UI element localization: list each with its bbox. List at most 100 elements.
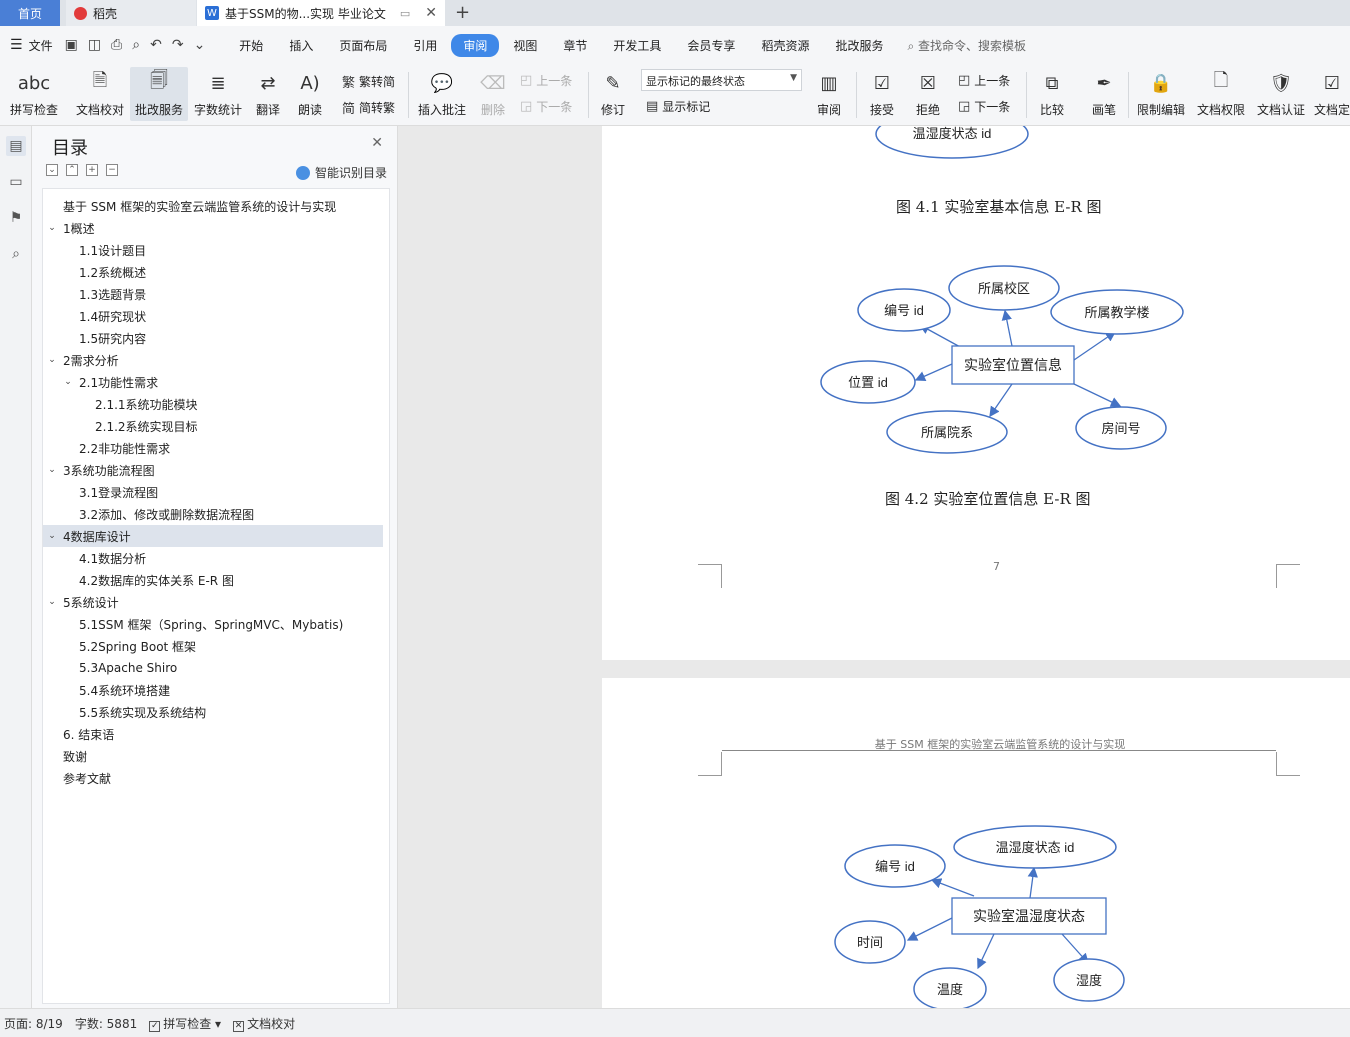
file-menu[interactable]: ☰ 文件 (10, 37, 53, 54)
toc-item[interactable]: 5.5系统实现及系统结构 (43, 701, 383, 723)
tab-daoke[interactable]: 稻壳 (66, 0, 196, 26)
toc-item[interactable]: 4.2数据库的实体关系 E-R 图 (43, 569, 383, 591)
tab-home[interactable]: 首页 (0, 0, 60, 26)
toc-item[interactable]: 4.1数据分析 (43, 547, 383, 569)
toc-item[interactable]: 3.1登录流程图 (43, 481, 383, 503)
toc-item[interactable]: 5.3Apache Shiro (43, 657, 383, 679)
toc-item[interactable]: 5.2Spring Boot 框架 (43, 635, 383, 657)
collapse-all-icon[interactable]: ⌄ (46, 164, 58, 176)
undo-icon[interactable]: ↶ (150, 37, 162, 53)
word-count-indicator[interactable]: 字数: 5881 (75, 1015, 137, 1032)
review-pane-button[interactable]: ▥ 审阅 (810, 67, 848, 121)
toc-item[interactable]: 2.2非功能性需求 (43, 437, 383, 459)
menu-tab-10[interactable]: 批改服务 (823, 34, 895, 57)
toc-item-label: 5.4系统环境搭建 (79, 683, 171, 698)
menu-tab-7[interactable]: 开发工具 (601, 34, 673, 57)
search-icon[interactable]: ⌕ (6, 244, 26, 264)
command-search[interactable]: ⌕ 查找命令、搜索模板 (907, 37, 1026, 54)
toc-item[interactable]: 1.4研究现状 (43, 305, 383, 327)
show-marks-button[interactable]: ▤ 显示标记 (646, 98, 710, 115)
toc-item[interactable]: ⌄ 5系统设计 (43, 591, 383, 613)
menu-tab-9[interactable]: 稻壳资源 (749, 34, 821, 57)
menu-tab-0[interactable]: 开始 (227, 34, 275, 57)
chevron-down-icon[interactable]: ⌄ (47, 223, 57, 233)
menu-tab-2[interactable]: 页面布局 (327, 34, 399, 57)
doc-check-button[interactable]: 🗎 文档校对 (72, 67, 128, 121)
read-aloud-button[interactable]: A) 朗读 (292, 67, 328, 121)
chevron-down-icon[interactable]: ⌄ (47, 531, 57, 541)
menu-tab-6[interactable]: 章节 (551, 34, 599, 57)
smart-toc-button[interactable]: 智能识别目录 (295, 164, 387, 181)
toc-item[interactable]: ⌄ 4数据库设计 (43, 525, 383, 547)
toc-item[interactable]: ⌄ 2需求分析 (43, 349, 383, 371)
save-icon[interactable]: ▣ (65, 37, 78, 53)
doc-final-button[interactable]: ☑ 文档定 (1314, 67, 1350, 121)
menu-tab-5[interactable]: 视图 (501, 34, 549, 57)
toc-item[interactable]: 2.1.2系统实现目标 (43, 415, 383, 437)
toc-item[interactable]: 1.2系统概述 (43, 261, 383, 283)
toc-item[interactable]: 2.1.1系统功能模块 (43, 393, 383, 415)
toc-item[interactable]: 1.1设计题目 (43, 239, 383, 261)
next-change-button[interactable]: ◲ 下一条 (958, 98, 1010, 115)
menu-tab-8[interactable]: 会员专享 (675, 34, 747, 57)
print-preview-icon[interactable]: ⌕ (132, 37, 140, 53)
page-indicator[interactable]: 页面: 8/19 (4, 1015, 63, 1032)
chevron-down-icon[interactable]: ⌄ (47, 465, 57, 475)
toc-item[interactable]: ⌄ 2.1功能性需求 (43, 371, 383, 393)
menu-tab-1[interactable]: 插入 (277, 34, 325, 57)
new-tab-icon[interactable]: + (455, 2, 470, 23)
close-icon[interactable]: ✕ (371, 135, 383, 151)
chevron-down-icon[interactable]: ⌄ (63, 377, 73, 387)
markup-display-select[interactable]: 显示标记的最终状态 ▼ (641, 69, 802, 91)
word-count-button[interactable]: ≣ 字数统计 (192, 67, 244, 121)
tab-document[interactable]: W 基于SSM的物...实现 毕业论文 ▭ ✕ (197, 0, 445, 26)
menu-tab-3[interactable]: 引用 (401, 34, 449, 57)
spell-check-button[interactable]: abc 拼写检查 (4, 67, 64, 121)
compare-button[interactable]: ⧉ 比较 (1032, 67, 1072, 121)
toc-item[interactable]: 1.5研究内容 (43, 327, 383, 349)
expand-all-icon[interactable]: ⌃ (66, 164, 78, 176)
toc-item[interactable]: 5.1SSM 框架（Spring、SpringMVC、Mybatis) (43, 613, 383, 635)
next-comment-button[interactable]: ◲ 下一条 (520, 98, 572, 115)
toc-item[interactable]: 致谢 (43, 745, 383, 767)
toc-item[interactable]: 参考文献 (43, 767, 383, 789)
revise-button[interactable]: ✎ 修订 (594, 67, 632, 121)
toc-item[interactable]: ⌄ 1概述 (43, 217, 383, 239)
toc-item[interactable]: ⌄ 3系统功能流程图 (43, 459, 383, 481)
close-tab-icon[interactable]: ✕ (425, 5, 437, 21)
prev-comment-button[interactable]: ◰ 上一条 (520, 72, 572, 89)
chevron-down-icon[interactable]: ⌄ (47, 597, 57, 607)
bookmark-icon[interactable]: ⚑ (6, 208, 26, 228)
add-heading-icon[interactable]: + (86, 164, 98, 176)
menu-tab-4[interactable]: 审阅 (451, 33, 500, 57)
doc-check-status[interactable]: ✕ 文档校对 (233, 1015, 295, 1032)
translate-button[interactable]: ⇄ 翻译 (248, 67, 288, 121)
redo-icon[interactable]: ↷ (172, 37, 184, 53)
toc-item[interactable]: 1.3选题背景 (43, 283, 383, 305)
doc-rights-button[interactable]: 🗋 文档权限 (1194, 67, 1248, 121)
chapter-nav-icon[interactable]: ▭ (6, 172, 26, 192)
restrict-editing-button[interactable]: 🔒 限制编辑 (1134, 67, 1188, 121)
pin-icon[interactable]: ▭ (400, 7, 410, 20)
toc-panel-icon[interactable]: ▤ (6, 136, 26, 156)
export-pdf-icon[interactable]: ◫ (88, 37, 101, 53)
simp-to-trad-button[interactable]: 简 简转繁 (342, 98, 395, 117)
accept-button[interactable]: ☑ 接受 (862, 67, 902, 121)
reject-button[interactable]: ☒ 拒绝 (908, 67, 948, 121)
correct-service-button[interactable]: 🗐 批改服务 (130, 67, 188, 121)
toc-item[interactable]: 3.2添加、修改或删除数据流程图 (43, 503, 383, 525)
pen-button[interactable]: ✒ 画笔 (1086, 67, 1122, 121)
customize-dropdown-icon[interactable]: ⌄ (194, 37, 206, 53)
spell-check-status[interactable]: ✓ 拼写检查 ▾ (149, 1015, 221, 1032)
prev-change-button[interactable]: ◰ 上一条 (958, 72, 1010, 89)
doc-cert-button[interactable]: 🛡 文档认证 (1254, 67, 1308, 121)
chevron-down-icon[interactable]: ⌄ (47, 355, 57, 365)
toc-item[interactable]: 5.4系统环境搭建 (43, 679, 383, 701)
print-icon[interactable]: ⎙ (111, 37, 122, 53)
toc-item[interactable]: 基于 SSM 框架的实验室云端监管系统的设计与实现 (43, 195, 383, 217)
insert-comment-button[interactable]: 💬 插入批注 (414, 67, 470, 121)
delete-comment-button[interactable]: ⌫ 删除 (474, 67, 512, 121)
toc-item[interactable]: 6. 结束语 (43, 723, 383, 745)
trad-to-simp-button[interactable]: 繁 繁转简 (342, 72, 395, 91)
remove-heading-icon[interactable]: − (106, 164, 118, 176)
